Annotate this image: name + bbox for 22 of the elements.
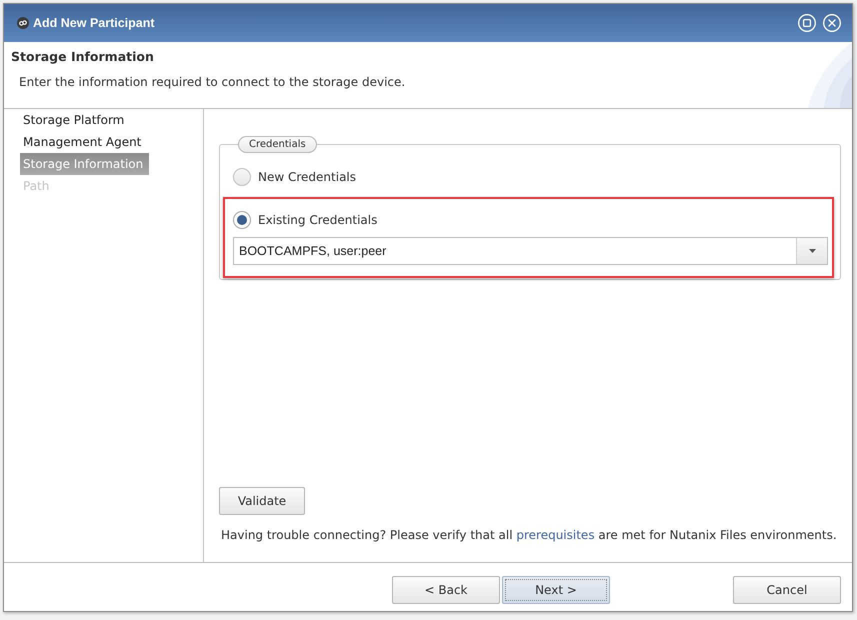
radio-button[interactable] xyxy=(233,211,251,229)
caret-icon xyxy=(808,249,816,253)
validate-button[interactable]: Validate xyxy=(219,487,305,515)
radio-label[interactable]: Existing Credentials xyxy=(258,213,378,227)
wizard-step[interactable]: Management Agent xyxy=(20,131,148,153)
page-subtitle: Enter the information required to connect to the storage device. xyxy=(19,74,406,90)
wizard-step[interactable]: Storage Platform xyxy=(20,109,130,131)
group-legend: Credentials xyxy=(238,136,317,153)
help-link[interactable]: prerequisites xyxy=(516,528,595,542)
radio-button[interactable] xyxy=(233,168,251,186)
back-button[interactable]: < Back xyxy=(392,576,500,604)
cancel-button[interactable]: Cancel xyxy=(733,576,841,604)
header-swirl-drawing xyxy=(808,42,852,108)
close-icon[interactable] xyxy=(823,14,841,32)
help-text: Having trouble connecting? Please verify that all prerequisites are met for Nutanix Files environments. xyxy=(221,527,837,543)
radio-label[interactable]: New Credentials xyxy=(258,170,356,184)
page-title: Storage Information xyxy=(11,49,155,65)
next-button[interactable]: Next > xyxy=(502,576,610,604)
window-title: Add New Participant xyxy=(33,16,155,30)
maximize-icon[interactable] xyxy=(798,14,816,32)
chain-link-icon xyxy=(17,17,29,29)
credentials-dropdown[interactable]: BOOTCAMPFS, user:peer xyxy=(233,237,828,265)
